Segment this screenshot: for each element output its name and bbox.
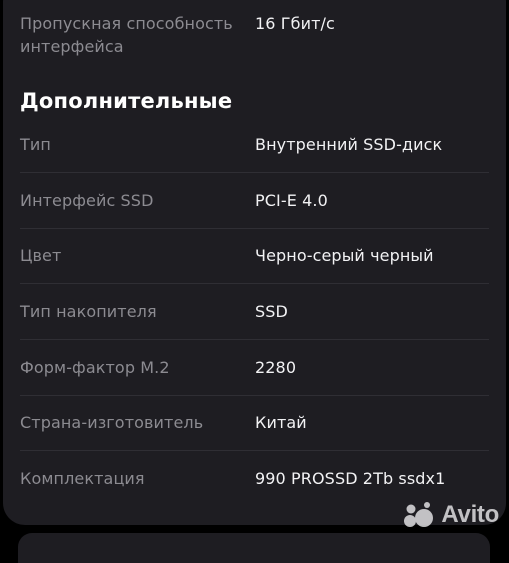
row-divider [20, 172, 489, 173]
spec-label: Страна-изготовитель [20, 411, 203, 434]
spec-label: Тип [20, 133, 51, 156]
spec-label: Интерфейс SSD [20, 189, 154, 212]
spec-value: PCI-E 4.0 [255, 189, 328, 212]
section-title: Дополнительные [20, 86, 232, 116]
spec-value: 2280 [255, 356, 296, 379]
spec-value: Внутренний SSD-диск [255, 133, 442, 156]
spec-label: Тип накопителя [20, 300, 157, 323]
spec-value: Черно-серый черный [255, 244, 434, 267]
row-divider [20, 339, 489, 340]
spec-value: SSD [255, 300, 288, 323]
spec-label: Комплектация [20, 467, 145, 490]
avito-logo-icon [401, 501, 435, 529]
spec-label: Пропускная способность интерфейса [20, 12, 255, 58]
watermark-text: Avito [441, 501, 499, 529]
spec-value: 990 PROSSD 2Tb ssdx1 [255, 467, 445, 490]
spec-value: 16 Гбит/с [255, 12, 335, 35]
row-divider [20, 395, 489, 396]
row-divider [20, 228, 489, 229]
spec-value: Китай [255, 411, 307, 434]
row-divider [20, 283, 489, 284]
next-card-edge [18, 533, 490, 563]
row-divider [20, 450, 489, 451]
avito-watermark: Avito [401, 500, 499, 530]
spec-label: Форм-фактор M.2 [20, 356, 170, 379]
spec-label: Цвет [20, 244, 61, 267]
